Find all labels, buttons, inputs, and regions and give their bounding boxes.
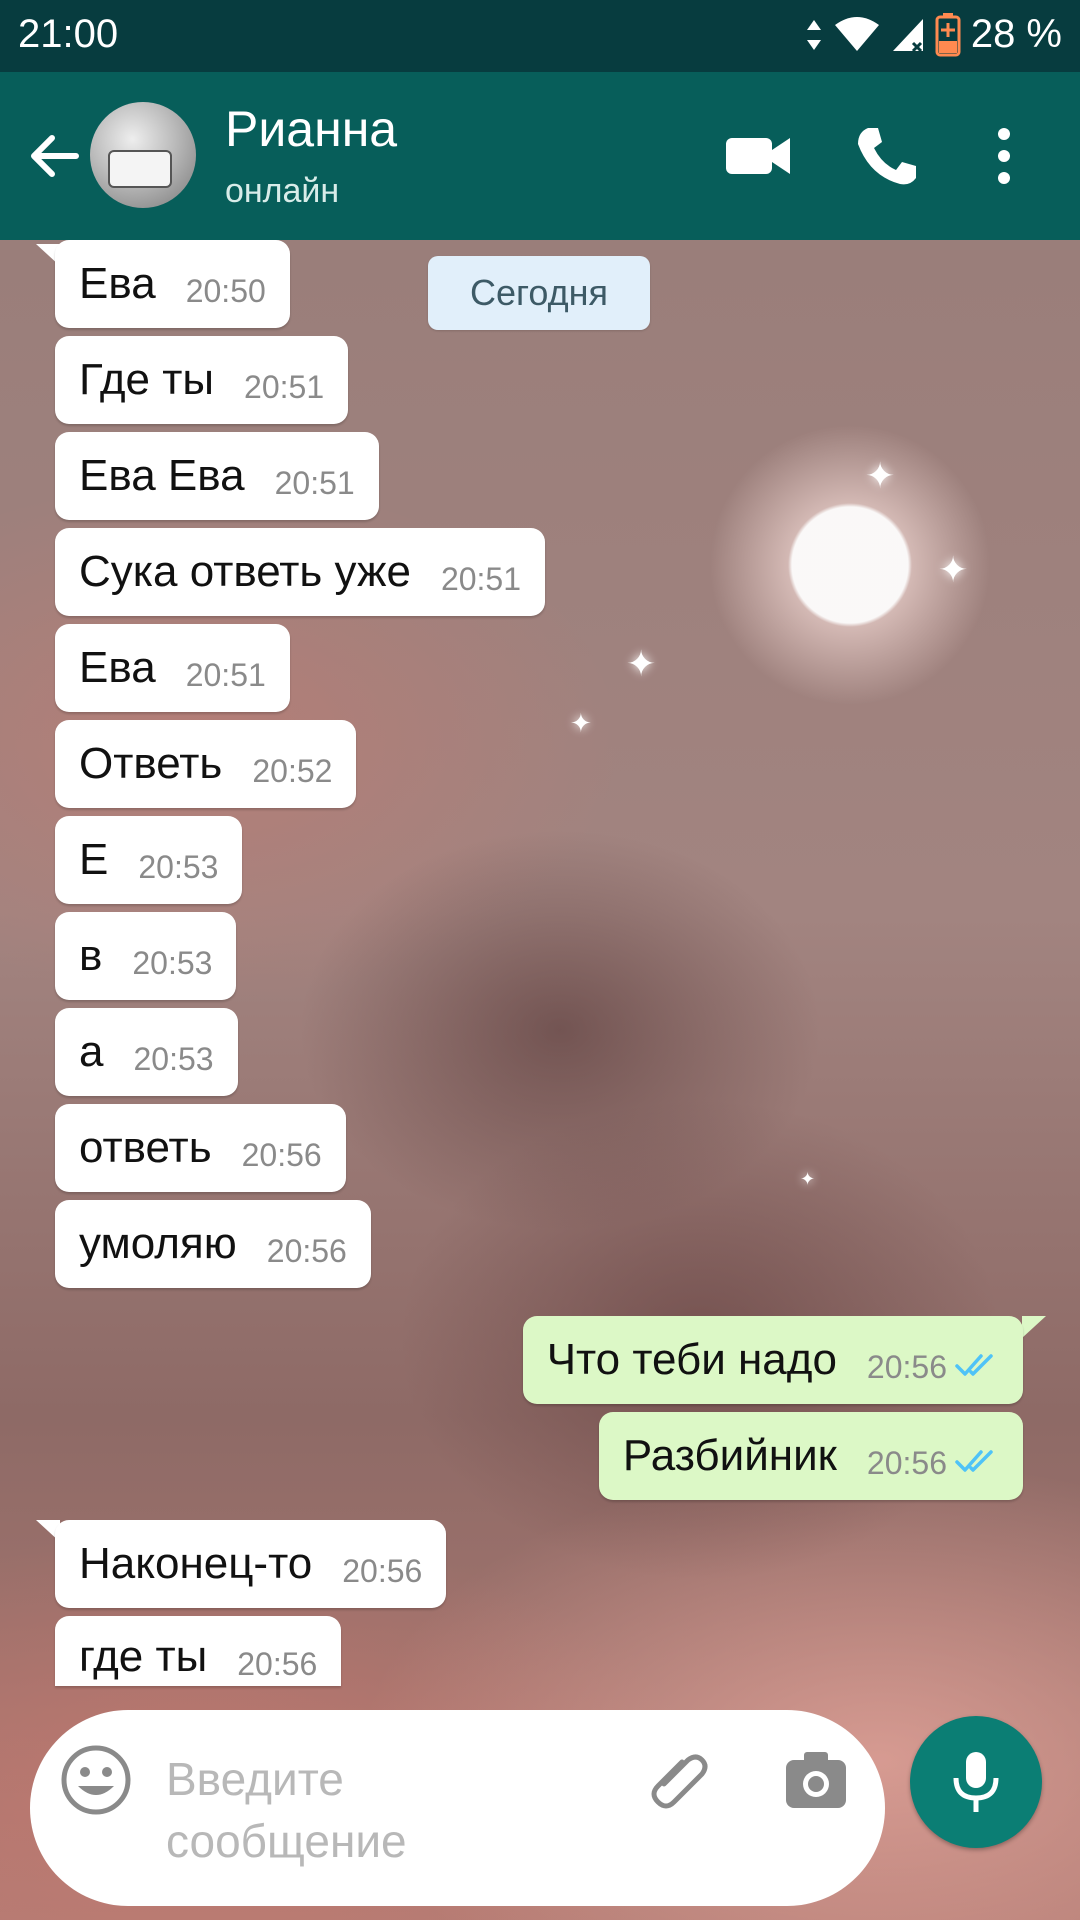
sparkle: ✦ [800, 1169, 816, 1189]
message-text: Ответь [79, 739, 223, 788]
message-bubble[interactable]: где ты 20:56 [55, 1616, 342, 1686]
message-bubble[interactable]: Ответь 20:52 [55, 720, 357, 808]
message-bubble[interactable]: Ева Ева 20:51 [55, 432, 379, 520]
message-time: 20:53 [132, 944, 213, 981]
message-time: 20:56 [241, 1136, 322, 1173]
message-time: 20:56 [237, 1646, 318, 1682]
sparkle: ✦ [570, 708, 592, 738]
message-text: Что теби надо [546, 1335, 837, 1384]
message-text: Наконец-то [79, 1539, 313, 1588]
signal-icon [892, 18, 923, 52]
date-chip: Сегодня [428, 256, 650, 330]
message-text: Ева Ева [79, 451, 245, 500]
phone-icon[interactable] [850, 120, 922, 192]
message-time: 20:52 [252, 752, 333, 789]
message-time: 20:51 [274, 464, 355, 501]
message-time: 20:51 [244, 368, 325, 405]
message-bubble[interactable]: Ева 20:50 [55, 240, 290, 328]
message-bubble[interactable]: а 20:53 [55, 1008, 238, 1096]
battery-percent: 28 % [970, 12, 1062, 56]
message-text: а [79, 1027, 104, 1076]
chat-area[interactable]: ✦ ✦ ✦ ✦ ✦ Сегодня Ева 20:50 Где ты 20:51… [0, 240, 1080, 1920]
message-time: 20:56 [866, 1348, 947, 1385]
emoji-icon[interactable] [60, 1744, 132, 1816]
message-text: Е [79, 835, 109, 884]
message-bubble[interactable]: в 20:53 [55, 912, 237, 1000]
message-time: 20:56 [866, 1444, 947, 1481]
message-bubble-outgoing[interactable]: Разбийник 20:56 [598, 1412, 1023, 1500]
message-text: ответь [79, 1123, 212, 1172]
message-time: 20:51 [440, 560, 522, 597]
message-input-bar[interactable]: Введите сообщение [30, 1710, 885, 1906]
message-text: Разбийник [622, 1431, 837, 1480]
message-text: Где ты [79, 355, 215, 404]
chat-header: Рианна онлайн [0, 72, 1080, 240]
contact-status: онлайн [225, 172, 340, 210]
message-time: 20:53 [138, 848, 219, 885]
double-check-icon [955, 1354, 993, 1376]
mic-icon [953, 1752, 999, 1812]
message-bubble-outgoing[interactable]: Что теби надо 20:56 [522, 1316, 1023, 1404]
message-input[interactable]: Введите сообщение [166, 1748, 586, 1872]
message-time: 20:56 [342, 1552, 423, 1589]
message-bubble[interactable]: Ева 20:51 [55, 624, 290, 712]
data-arrows-icon [806, 19, 821, 50]
battery-charging-icon [935, 12, 961, 56]
attach-icon[interactable] [642, 1746, 714, 1818]
message-text: Ева [79, 643, 156, 692]
message-bubble[interactable]: Е 20:53 [55, 816, 243, 904]
message-bubble[interactable]: Сука ответь уже 20:51 [55, 528, 546, 616]
sparkle: ✦ [865, 455, 896, 496]
message-time: 20:50 [185, 272, 266, 309]
status-icons: 28 % [805, 12, 1062, 57]
message-bubble[interactable]: умоляю 20:56 [55, 1200, 371, 1288]
message-text: Сука ответь уже [79, 547, 411, 596]
status-bar: 21:00 28 % [0, 0, 1080, 72]
status-time: 21:00 [18, 12, 119, 56]
message-text: умоляю [79, 1219, 237, 1268]
sparkle: ✦ [938, 549, 969, 590]
message-time: 20:56 [266, 1232, 347, 1269]
message-time: 20:51 [185, 656, 266, 693]
back-arrow-icon[interactable] [22, 124, 86, 188]
message-text: где ты [79, 1632, 208, 1681]
avatar[interactable] [90, 102, 196, 208]
bubble-tail [1022, 1316, 1046, 1338]
message-text: в [79, 931, 103, 980]
message-text: Ева [79, 259, 156, 308]
sparkle: ✦ [626, 643, 657, 684]
video-call-icon[interactable] [722, 120, 794, 192]
message-bubble[interactable]: Где ты 20:51 [55, 336, 349, 424]
message-bubble[interactable]: Наконец-то 20:56 [55, 1520, 447, 1608]
contact-name[interactable]: Рианна [225, 100, 397, 158]
more-vert-icon[interactable] [968, 120, 1040, 192]
message-time: 20:53 [133, 1040, 214, 1077]
wifi-icon [834, 16, 879, 51]
mic-button[interactable] [910, 1716, 1042, 1848]
message-bubble[interactable]: ответь 20:56 [55, 1104, 346, 1192]
camera-icon[interactable] [782, 1748, 850, 1816]
double-check-icon [955, 1450, 993, 1472]
